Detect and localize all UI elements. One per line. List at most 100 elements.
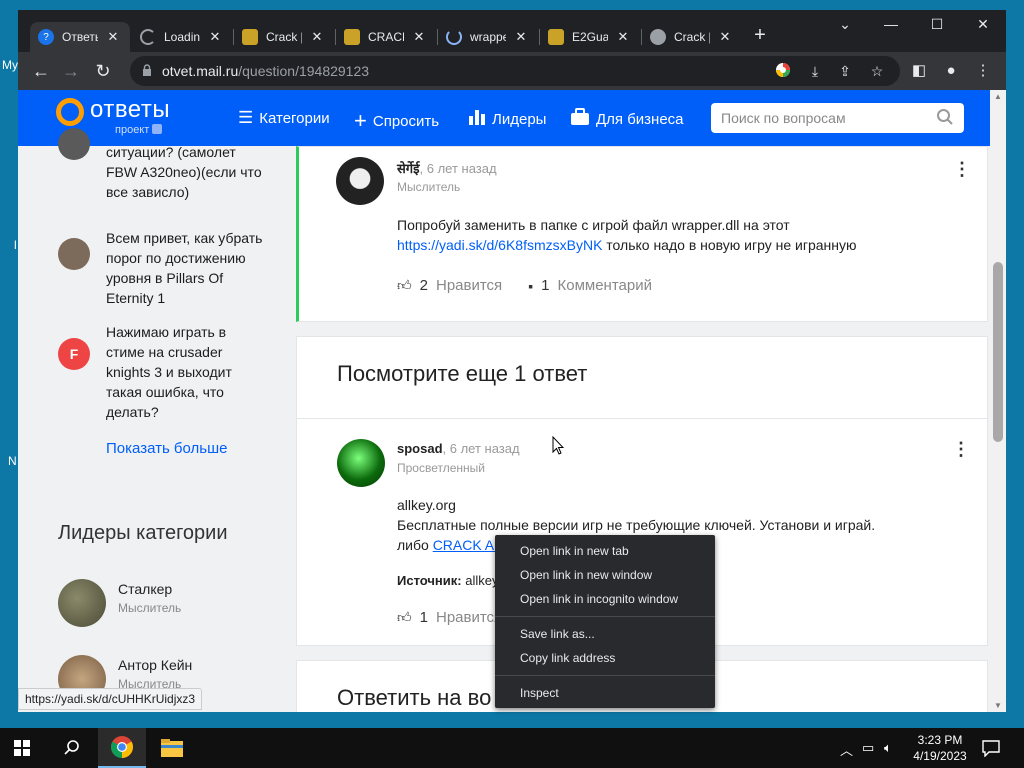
menu-open-new-tab[interactable]: Open link in new tab bbox=[495, 539, 715, 563]
new-tab-button[interactable]: + bbox=[748, 24, 772, 47]
answer-actions: 👍︎ 1 Нравится bbox=[397, 609, 502, 626]
avatar[interactable] bbox=[337, 439, 385, 487]
answer-author[interactable]: सेर्गेई, 6 лет назад bbox=[397, 159, 497, 177]
menu-open-new-window[interactable]: Open link in new window bbox=[495, 563, 715, 587]
tab-search-dropdown-icon[interactable]: ⌄ bbox=[822, 16, 868, 33]
close-tab-icon[interactable]: ✕ bbox=[718, 29, 732, 45]
logo-at-icon[interactable] bbox=[56, 98, 84, 126]
profile-icon[interactable]: ● bbox=[942, 62, 960, 80]
more-options-icon[interactable]: ⋮ bbox=[952, 439, 970, 459]
menu-separator bbox=[495, 616, 715, 617]
close-tab-icon[interactable]: ✕ bbox=[616, 29, 630, 45]
comment-button[interactable]: Комментарий bbox=[558, 277, 652, 294]
site-logo[interactable]: ответы bbox=[90, 96, 170, 124]
tab-crack-3[interactable]: Crack [ ✕ bbox=[642, 22, 742, 52]
question-text[interactable]: ситуации? (самолет FBW A320neo)(если что… bbox=[106, 142, 266, 202]
scroll-up-arrow-icon[interactable]: ▲ bbox=[994, 92, 1002, 101]
tab-otvety[interactable]: ? Ответы ✕ bbox=[30, 22, 130, 52]
link-status-bubble: https://yadi.sk/d/cUHHKrUidjxz3 bbox=[18, 688, 203, 710]
share-icon[interactable]: ⇪ bbox=[836, 62, 854, 80]
menu-kebab-icon[interactable]: ⋮ bbox=[974, 62, 992, 80]
leader-name[interactable]: Антор Кейн bbox=[118, 657, 192, 673]
logo-sub-text: проект bbox=[115, 124, 150, 136]
search-icon[interactable] bbox=[936, 108, 954, 126]
tab-e2guard[interactable]: E2Guar ✕ bbox=[540, 22, 640, 52]
tab-loading[interactable]: Loading ✕ bbox=[132, 22, 232, 52]
taskbar-chrome-button[interactable] bbox=[98, 728, 146, 768]
close-tab-icon[interactable]: ✕ bbox=[208, 29, 222, 45]
like-button[interactable]: Нравится bbox=[436, 609, 502, 626]
author-name: sposad bbox=[397, 441, 443, 456]
desktop-icon-label[interactable]: l bbox=[14, 238, 17, 252]
like-count: 2 bbox=[419, 277, 428, 294]
google-lens-icon[interactable] bbox=[774, 62, 792, 80]
menu-inspect[interactable]: Inspect bbox=[495, 681, 715, 705]
maximize-button[interactable]: ☐ bbox=[914, 16, 960, 33]
scroll-thumb[interactable] bbox=[993, 262, 1003, 442]
loading-spinner-icon bbox=[140, 29, 156, 45]
answer-card: सेर्गेई, 6 лет назад Мыслитель ⋮ Попробу… bbox=[296, 146, 988, 322]
comment-icon[interactable]: ▪ bbox=[528, 278, 533, 294]
question-text[interactable]: Нажимаю играть в стиме на crusader knigh… bbox=[106, 322, 266, 422]
question-favicon-icon: ? bbox=[38, 29, 54, 45]
taskbar: ︿ ▭ 🔈︎ 3:23 PM 4/19/2023 bbox=[0, 728, 1024, 768]
side-panel-icon[interactable]: ◧ bbox=[910, 62, 928, 80]
leader-name[interactable]: Сталкер bbox=[118, 581, 172, 597]
url-host: otvet.mail.ru bbox=[162, 63, 239, 79]
install-app-icon[interactable]: ⤓ bbox=[806, 62, 824, 80]
nav-categories[interactable]: ☰ Категории bbox=[238, 108, 330, 128]
answer-author[interactable]: sposad, 6 лет назад bbox=[397, 441, 520, 456]
show-more-link[interactable]: Показать больше bbox=[106, 440, 227, 457]
game-favicon-icon bbox=[242, 29, 258, 45]
answer-link[interactable]: https://yadi.sk/d/6K8fsmzsxByNK bbox=[397, 237, 602, 253]
network-icon[interactable]: ▭ bbox=[862, 740, 874, 756]
search-input[interactable]: Поиск по вопросам bbox=[711, 103, 964, 133]
nav-ask[interactable]: + Спросить bbox=[354, 108, 439, 134]
chrome-icon bbox=[111, 736, 133, 758]
tab-wrapper[interactable]: wrappe ✕ bbox=[438, 22, 538, 52]
thumbs-up-icon[interactable]: 👍︎ bbox=[397, 277, 412, 294]
volume-icon[interactable]: 🔈︎ bbox=[884, 740, 892, 756]
notification-icon[interactable] bbox=[982, 739, 1000, 757]
minimize-button[interactable]: — bbox=[868, 16, 914, 32]
taskbar-clock[interactable]: 3:23 PM 4/19/2023 bbox=[900, 732, 980, 764]
forward-arrow-icon[interactable]: → bbox=[60, 60, 82, 82]
taskbar-explorer-button[interactable] bbox=[148, 728, 196, 768]
tab-crack-2[interactable]: CRACK ✕ bbox=[336, 22, 436, 52]
address-bar[interactable]: otvet.mail.ru/question/194829123 ⤓ ⇪ ☆ bbox=[130, 56, 900, 86]
close-window-button[interactable]: ✕ bbox=[960, 16, 1006, 33]
question-text[interactable]: Всем привет, как убрать порог по достиже… bbox=[106, 228, 266, 308]
close-tab-icon[interactable]: ✕ bbox=[514, 29, 528, 45]
taskbar-search-button[interactable] bbox=[48, 728, 96, 768]
bar-chart-icon bbox=[468, 108, 486, 131]
close-tab-icon[interactable]: ✕ bbox=[412, 29, 426, 45]
reply-title: Ответить на во bbox=[337, 685, 492, 710]
answer-source: Источник: allkey bbox=[397, 571, 499, 591]
menu-save-link[interactable]: Save link as... bbox=[495, 622, 715, 646]
nav-leaders[interactable]: Лидеры bbox=[468, 108, 546, 131]
close-tab-icon[interactable]: ✕ bbox=[310, 29, 324, 45]
more-options-icon[interactable]: ⋮ bbox=[953, 159, 971, 179]
thumbs-up-icon[interactable]: 👍︎ bbox=[397, 609, 412, 626]
desktop-icon-label[interactable]: N bbox=[8, 454, 17, 468]
like-button[interactable]: Нравится bbox=[436, 277, 502, 294]
tab-label: Ответы bbox=[62, 30, 98, 44]
windows-start-icon[interactable] bbox=[14, 740, 30, 756]
avatar[interactable] bbox=[336, 157, 384, 205]
bookmark-star-icon[interactable]: ☆ bbox=[868, 62, 886, 80]
reload-icon[interactable]: ↻ bbox=[92, 60, 114, 82]
chevron-up-icon[interactable]: ︿ bbox=[840, 740, 853, 759]
menu-open-incognito[interactable]: Open link in incognito window bbox=[495, 587, 715, 611]
desktop-icon-label[interactable]: My bbox=[2, 58, 18, 72]
back-arrow-icon[interactable]: ← bbox=[30, 60, 52, 82]
url-path: /question/194829123 bbox=[238, 63, 370, 79]
vk-icon bbox=[152, 124, 163, 134]
tab-crack-1[interactable]: Crack [ ✕ bbox=[234, 22, 334, 52]
nav-business[interactable]: Для бизнеса bbox=[570, 108, 684, 131]
context-menu: Open link in new tab Open link in new wi… bbox=[495, 535, 715, 708]
page-scrollbar[interactable]: ▲ ▼ bbox=[990, 90, 1006, 712]
close-tab-icon[interactable]: ✕ bbox=[106, 29, 120, 45]
scroll-down-arrow-icon[interactable]: ▼ bbox=[994, 701, 1002, 710]
search-placeholder: Поиск по вопросам bbox=[721, 110, 846, 126]
menu-copy-link[interactable]: Copy link address bbox=[495, 646, 715, 670]
